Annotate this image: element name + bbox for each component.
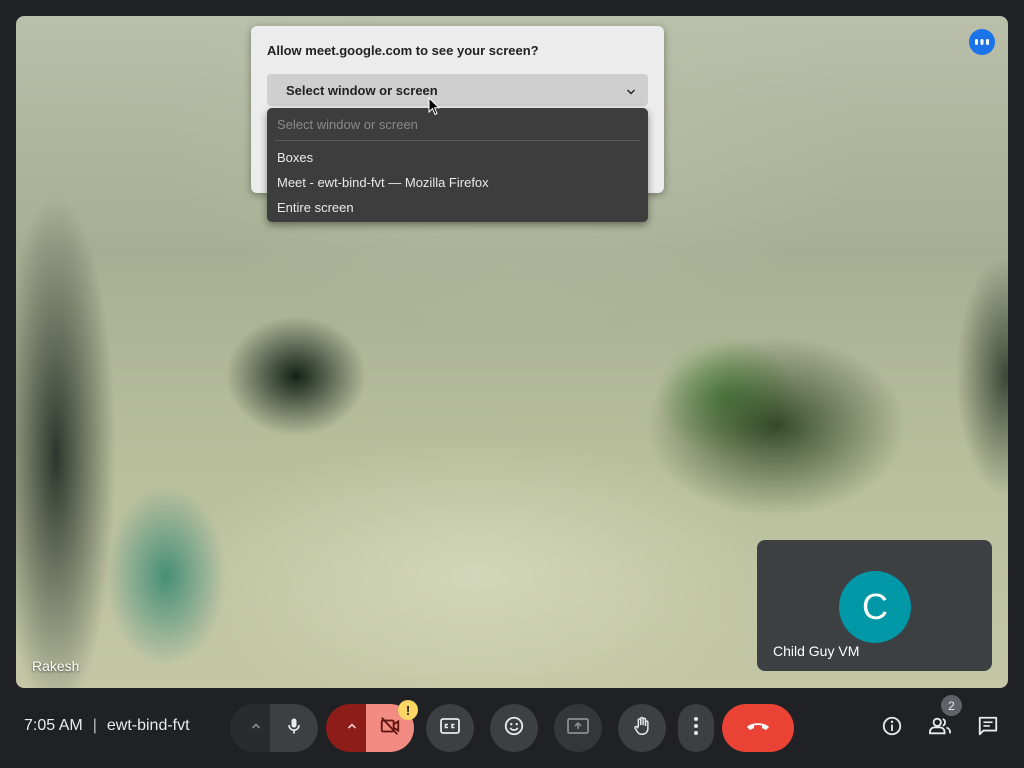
chevron-up-icon xyxy=(346,719,358,737)
dropdown-placeholder: Select window or screen xyxy=(277,117,418,132)
captions-button[interactable] xyxy=(426,704,474,752)
window-select-value: Select window or screen xyxy=(286,82,438,98)
reactions-button[interactable] xyxy=(490,704,538,752)
dropdown-option-boxes[interactable]: Boxes xyxy=(277,150,313,165)
window-select[interactable]: Select window or screen xyxy=(267,74,648,106)
end-call-icon xyxy=(745,719,771,738)
closed-captions-icon xyxy=(440,717,460,740)
meeting-info-separator: | xyxy=(92,717,97,734)
dialog-title: Allow meet.google.com to see your screen… xyxy=(267,43,539,58)
avatar: C xyxy=(839,571,911,643)
people-icon xyxy=(928,715,952,742)
camera-off-icon xyxy=(379,715,401,742)
end-call-button[interactable] xyxy=(722,704,794,752)
self-view-tile: C Child Guy VM xyxy=(757,540,992,671)
dropdown-divider xyxy=(275,140,640,141)
chat-button[interactable] xyxy=(968,708,1008,748)
chevron-down-icon xyxy=(626,84,636,102)
chat-icon xyxy=(977,715,999,742)
chevron-up-icon xyxy=(250,719,262,737)
meeting-info: 7:05 AM | ewt-bind-fvt xyxy=(24,717,190,735)
meeting-details-button[interactable] xyxy=(872,708,912,748)
camera-warning-badge: ! xyxy=(398,700,418,720)
raise-hand-button[interactable] xyxy=(618,704,666,752)
more-options-button[interactable] xyxy=(678,704,714,752)
vertical-dots-icon xyxy=(693,716,699,741)
meeting-time: 7:05 AM xyxy=(24,717,83,734)
self-view-name: Child Guy VM xyxy=(773,643,860,659)
mouse-cursor-icon xyxy=(428,96,441,121)
microphone-button[interactable] xyxy=(270,704,318,752)
more-dots-icon[interactable] xyxy=(969,29,995,55)
main-participant-name: Rakesh xyxy=(32,658,80,674)
dropdown-option-meet-firefox[interactable]: Meet - ewt-bind-fvt — Mozilla Firefox xyxy=(277,175,489,190)
people-count-badge: 2 xyxy=(941,695,962,716)
present-screen-icon xyxy=(567,717,589,740)
microphone-icon xyxy=(284,716,304,741)
hand-icon xyxy=(631,715,653,742)
info-icon xyxy=(881,715,903,742)
window-select-dropdown: Select window or screen Boxes Meet - ewt… xyxy=(267,108,648,222)
dropdown-option-entire-screen[interactable]: Entire screen xyxy=(277,200,354,215)
present-button[interactable] xyxy=(554,704,602,752)
meeting-code: ewt-bind-fvt xyxy=(106,717,190,734)
emoji-icon xyxy=(503,715,525,742)
